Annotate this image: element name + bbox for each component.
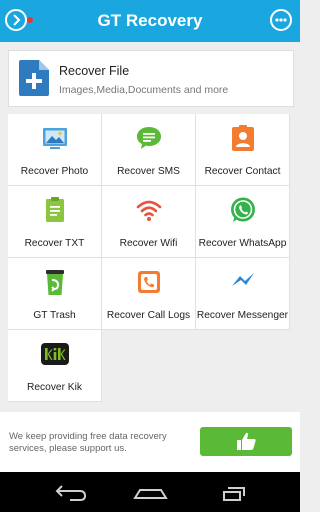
recover-file-card[interactable]: Recover File Images,Media,Documents and … [8, 50, 294, 107]
recover-whatsapp-tile[interactable]: Recover WhatsApp [196, 186, 290, 258]
kik-icon [41, 343, 69, 365]
recover-sms-label: Recover SMS [117, 166, 180, 177]
home-icon [133, 489, 168, 499]
recover-messenger-tile[interactable]: Recover Messenger [196, 258, 290, 330]
recover-kik-label: Recover Kik [27, 382, 82, 393]
recover-call-logs-tile[interactable]: Recover Call Logs [102, 258, 196, 330]
recover-messenger-label: Recover Messenger [196, 310, 289, 321]
recover-contact-tile[interactable]: Recover Contact [196, 114, 290, 186]
back-icon [55, 485, 87, 501]
more-dots-icon [275, 18, 287, 22]
recover-wifi-label: Recover Wifi [119, 238, 178, 249]
support-thumbs-up-button[interactable] [200, 427, 292, 456]
messenger-icon [232, 273, 254, 286]
support-banner: We keep providing free data recovery ser… [0, 412, 300, 472]
support-message: We keep providing free data recovery ser… [9, 431, 167, 454]
more-options-button[interactable] [270, 9, 292, 31]
top-bar: GT Recovery [0, 0, 300, 42]
recent-apps-icon [223, 487, 245, 501]
recover-call-logs-label: Recover Call Logs [106, 310, 191, 321]
trash-icon [46, 270, 64, 295]
nav-bar-icons [55, 485, 245, 501]
recover-photo-label: Recover Photo [20, 166, 89, 177]
add-file-icon [19, 60, 49, 96]
recover-contact-label: Recover Contact [204, 166, 281, 177]
thumbs-up-icon [237, 432, 256, 450]
gt-trash-label: GT Trash [33, 310, 76, 321]
recover-file-subtitle: Images,Media,Documents and more [59, 84, 229, 96]
recover-wifi-tile[interactable]: Recover Wifi [102, 186, 196, 258]
whatsapp-icon [231, 197, 255, 222]
recover-photo-tile[interactable]: Recover Photo [8, 114, 102, 186]
recover-kik-tile[interactable]: Recover Kik [8, 330, 102, 402]
recover-file-title: Recover File [59, 64, 130, 78]
photo-icon [43, 128, 67, 149]
recover-sms-tile[interactable]: Recover SMS [102, 114, 196, 186]
recover-whatsapp-label: Recover WhatsApp [198, 238, 287, 249]
wifi-icon [136, 200, 162, 221]
sms-icon [137, 127, 161, 149]
android-nav-bar [0, 472, 300, 512]
contact-icon [232, 125, 254, 151]
recover-txt-tile[interactable]: Recover TXT [8, 186, 102, 258]
gt-trash-tile[interactable]: GT Trash [8, 258, 102, 330]
app-title: GT Recovery [97, 11, 203, 30]
recover-txt-label: Recover TXT [24, 238, 85, 249]
txt-icon [46, 197, 64, 222]
call-logs-icon [138, 271, 160, 293]
